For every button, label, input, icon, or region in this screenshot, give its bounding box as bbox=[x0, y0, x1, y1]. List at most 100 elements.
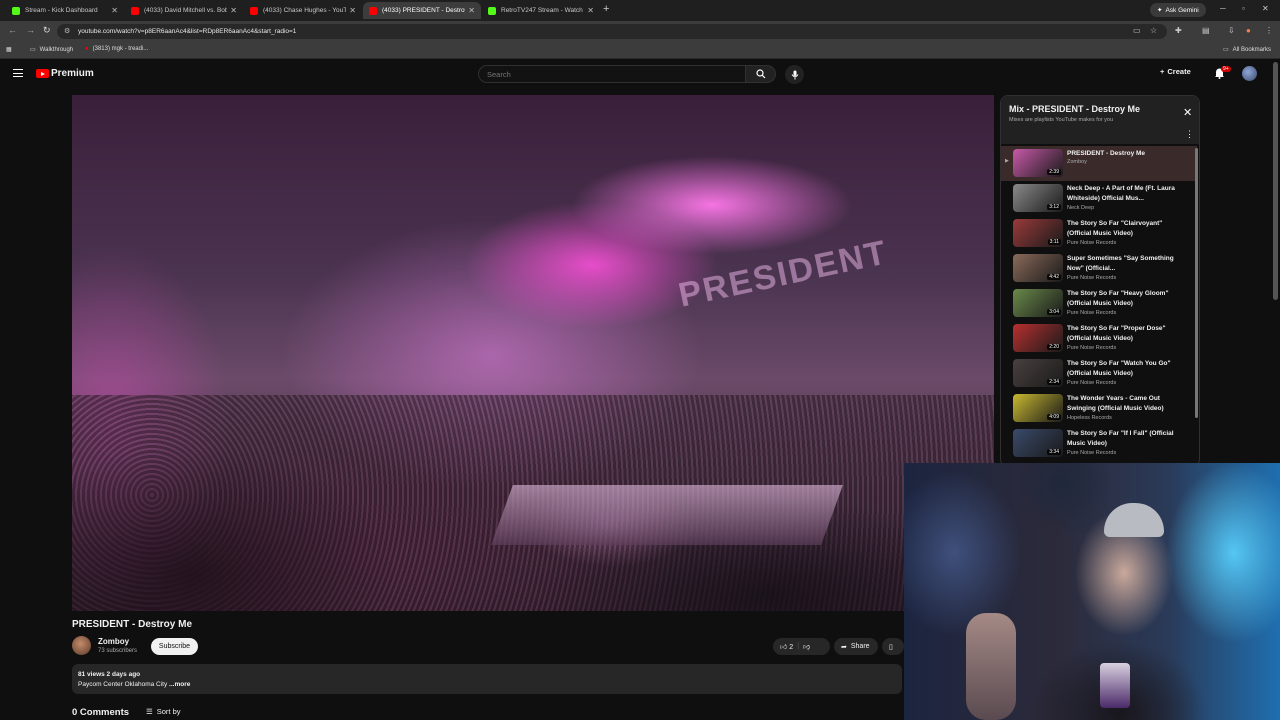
hamburger-menu-icon[interactable] bbox=[13, 69, 23, 77]
folder-icon: ▭ bbox=[30, 47, 36, 53]
sidepanel-icon[interactable]: ▤ bbox=[1202, 26, 1210, 35]
browser-tab[interactable]: RetroTV247 Stream - Watch Li ✕ bbox=[482, 2, 600, 19]
playlist-thumbnail: 3:11 bbox=[1013, 219, 1063, 247]
close-tab-icon[interactable]: ✕ bbox=[230, 6, 237, 15]
bookmark-mgk[interactable]: ● (3813) mgk - treadi... bbox=[85, 46, 148, 52]
playlist-item[interactable]: 4:09 The Wonder Years - Came Out Swinging… bbox=[1001, 391, 1197, 426]
account-avatar[interactable] bbox=[1242, 66, 1257, 81]
all-bookmarks[interactable]: ▭ All Bookmarks bbox=[1223, 46, 1272, 54]
bookmark-label: (3813) mgk - treadi... bbox=[92, 46, 149, 52]
playlist-item[interactable]: 3:04 The Story So Far "Heavy Gloom" (Offi… bbox=[1001, 286, 1197, 321]
playlist-item[interactable]: 2:20 The Story So Far "Proper Dose" (Offi… bbox=[1001, 321, 1197, 356]
minimize-icon[interactable]: ─ bbox=[1220, 4, 1226, 13]
url-text: youtube.com/watch?v=p8ER6aanAc4&list=RDp… bbox=[78, 28, 297, 35]
share-button[interactable]: ➦ Share bbox=[834, 638, 878, 655]
reload-icon[interactable]: ↻ bbox=[43, 25, 51, 36]
folder-icon: ▭ bbox=[1223, 47, 1229, 53]
video-frame-backdrop-text: PRESIDENT bbox=[675, 233, 892, 315]
browser-tab[interactable]: (4033) Chase Hughes - YouTube✕ bbox=[244, 2, 362, 19]
plus-icon: + bbox=[1160, 67, 1165, 76]
tab-favicon-icon bbox=[12, 6, 20, 15]
profile-icon[interactable]: ● bbox=[1246, 26, 1251, 35]
playlist-item-channel: Pure Noise Records bbox=[1067, 240, 1117, 246]
playlist-header: Mix - PRESIDENT - Destroy Me Mixes are p… bbox=[1001, 96, 1199, 144]
playlist-scrollbar[interactable] bbox=[1195, 148, 1198, 418]
playlist-item[interactable]: 3:34 The Story So Far "If I Fall" (Offici… bbox=[1001, 426, 1197, 461]
playlist-item[interactable]: 4:42 Super Sometimes "Say Something Now" … bbox=[1001, 251, 1197, 286]
subscribe-button[interactable]: Subscribe bbox=[151, 638, 198, 655]
share-icon: ➦ bbox=[841, 643, 847, 651]
playlist-item-channel: Zomboy bbox=[1067, 159, 1087, 165]
playlist-item-title: PRESIDENT - Destroy Me bbox=[1067, 150, 1146, 157]
playlist-item[interactable]: 3:12 Neck Deep - A Part of Me (Ft. Laura … bbox=[1001, 181, 1197, 216]
playlist-more-icon[interactable]: ⋮ bbox=[1185, 129, 1194, 140]
ask-gemini-button[interactable]: ✦ Ask Gemini bbox=[1150, 3, 1206, 17]
cast-icon[interactable]: ▭ bbox=[1133, 26, 1141, 35]
bookmark-star-icon[interactable]: ☆ bbox=[1150, 26, 1157, 35]
playlist-item[interactable]: 3:11 The Story So Far "Clairvoyant" (Offi… bbox=[1001, 216, 1197, 251]
duration-badge: 4:42 bbox=[1047, 274, 1061, 280]
channel-avatar[interactable] bbox=[72, 636, 91, 655]
browser-tab[interactable]: (4033) PRESIDENT - Destroy Me✕ bbox=[363, 2, 481, 19]
new-tab-button[interactable]: + bbox=[603, 3, 609, 15]
playlist-item[interactable]: ▶ 2:39 PRESIDENT - Destroy Me Zomboy bbox=[1001, 146, 1197, 181]
duration-badge: 4:09 bbox=[1047, 414, 1061, 420]
playlist-thumbnail: 3:34 bbox=[1013, 429, 1063, 457]
more-link[interactable]: ...more bbox=[169, 681, 190, 688]
search-icon bbox=[755, 69, 765, 79]
page-scrollbar[interactable] bbox=[1273, 62, 1278, 300]
playlist-title: Mix - PRESIDENT - Destroy Me bbox=[1009, 104, 1141, 114]
search-button[interactable] bbox=[745, 65, 776, 83]
notification-badge: 9+ bbox=[1221, 66, 1231, 72]
bookmark-walkthrough[interactable]: ▭ Walkthrough bbox=[30, 46, 73, 54]
description-text-line: Paycom Center Oklahoma City ...more bbox=[78, 680, 896, 690]
forward-icon[interactable]: → bbox=[26, 25, 35, 35]
like-button[interactable]: 👍︎ 2 bbox=[780, 642, 793, 651]
search-input[interactable] bbox=[478, 65, 746, 83]
downloads-icon[interactable]: ⇩ bbox=[1228, 26, 1235, 35]
site-info-icon[interactable]: ⚙ bbox=[64, 27, 70, 35]
extensions-icon[interactable]: ✚ bbox=[1175, 26, 1182, 35]
share-label: Share bbox=[850, 643, 870, 650]
all-bookmarks-label: All Bookmarks bbox=[1232, 46, 1272, 53]
thumbs-down-icon[interactable]: 👎︎ bbox=[803, 642, 810, 651]
video-player[interactable]: PRESIDENT bbox=[72, 95, 994, 611]
duration-badge: 2:20 bbox=[1047, 344, 1061, 350]
menu-kebab-icon[interactable]: ⋮ bbox=[1265, 26, 1273, 35]
browser-tab[interactable]: (4033) David Mitchell vs. Bob M ✕ bbox=[125, 2, 243, 19]
playlist-item-title: Neck Deep - A Part of Me (Ft. Laura Whit… bbox=[1067, 185, 1175, 202]
ask-gemini-label: Ask Gemini bbox=[1165, 6, 1199, 14]
playlist-item-channel: Pure Noise Records bbox=[1067, 380, 1117, 386]
close-tab-icon[interactable]: ✕ bbox=[587, 6, 594, 15]
playlist-item-channel: Pure Noise Records bbox=[1067, 310, 1117, 316]
thumbs-up-icon: 👍︎ bbox=[780, 644, 788, 651]
channel-name[interactable]: Zomboy bbox=[98, 637, 129, 646]
playlist-thumbnail: 4:09 bbox=[1013, 394, 1063, 422]
description-box[interactable]: 81 views 2 days ago Paycom Center Oklaho… bbox=[72, 664, 902, 694]
playlist-thumbnail: 2:34 bbox=[1013, 359, 1063, 387]
webcam-person-arm bbox=[966, 613, 1016, 720]
address-bar[interactable]: ⚙ youtube.com/watch?v=p8ER6aanAc4&list=R… bbox=[57, 24, 1167, 39]
youtube-header: Premium + Create 9+ bbox=[0, 59, 1280, 90]
sort-by-button[interactable]: ☰ Sort by bbox=[146, 707, 181, 716]
close-tab-icon[interactable]: ✕ bbox=[111, 6, 118, 15]
playlist-item-channel: Pure Noise Records bbox=[1067, 345, 1117, 351]
playlist-item[interactable]: 2:34 The Story So Far "Watch You Go" (Off… bbox=[1001, 356, 1197, 391]
maximize-icon[interactable]: ▫ bbox=[1242, 4, 1245, 13]
microphone-icon bbox=[791, 70, 798, 79]
browser-tab[interactable]: Stream - Kick Dashboard ✕ bbox=[6, 2, 124, 19]
back-icon[interactable]: ← bbox=[8, 25, 17, 35]
create-button[interactable]: + Create bbox=[1160, 67, 1191, 76]
webcam-cup bbox=[1100, 663, 1130, 708]
save-button[interactable]: ▯ bbox=[882, 638, 904, 655]
close-tab-icon[interactable]: ✕ bbox=[349, 6, 356, 15]
duration-badge: 3:12 bbox=[1047, 204, 1061, 210]
apps-icon[interactable]: ▦ bbox=[6, 46, 12, 53]
close-playlist-icon[interactable]: ✕ bbox=[1183, 106, 1192, 119]
youtube-logo[interactable]: Premium bbox=[36, 68, 94, 79]
youtube-favicon-icon: ● bbox=[85, 46, 89, 52]
close-tab-icon[interactable]: ✕ bbox=[468, 6, 475, 15]
voice-search-button[interactable] bbox=[785, 65, 804, 84]
close-window-icon[interactable]: ✕ bbox=[1262, 4, 1269, 13]
playlist-item-title: The Story So Far "Watch You Go" (Officia… bbox=[1067, 360, 1171, 377]
